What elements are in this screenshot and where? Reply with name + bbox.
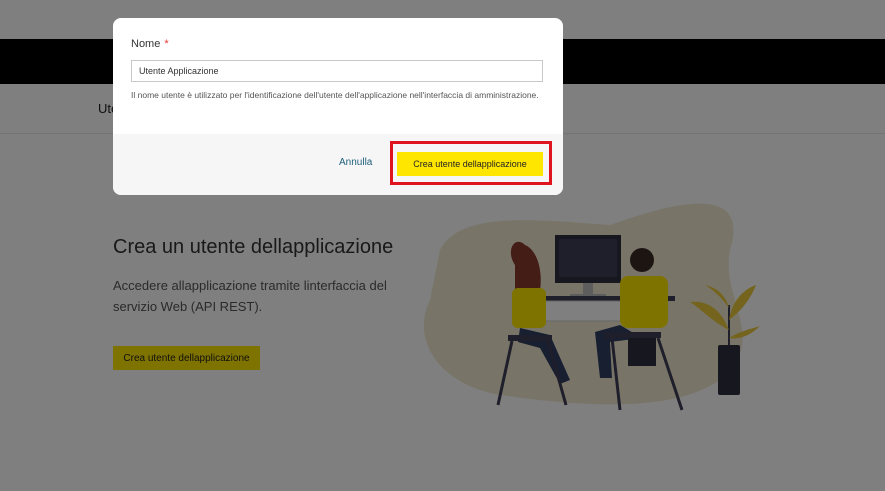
name-input[interactable] <box>131 60 543 82</box>
name-field-label: Nome * <box>131 38 169 50</box>
create-app-user-dialog: Nome* Il nome utente è utilizzato per l'… <box>113 18 563 195</box>
dialog-footer: Annulla Crea utente dellapplicazione <box>113 134 563 195</box>
required-marker: * <box>164 38 169 50</box>
name-label-text: Nome <box>131 38 161 50</box>
dialog-body: Nome* Il nome utente è utilizzato per l'… <box>113 18 563 134</box>
page: Ute Crea un utente dellapplicazione Acce… <box>0 0 885 491</box>
confirm-create-app-user-button[interactable]: Crea utente dellapplicazione <box>397 152 543 176</box>
cancel-button[interactable]: Annulla <box>339 157 372 168</box>
name-help-text: Il nome utente è utilizzato per l'identi… <box>131 90 539 100</box>
